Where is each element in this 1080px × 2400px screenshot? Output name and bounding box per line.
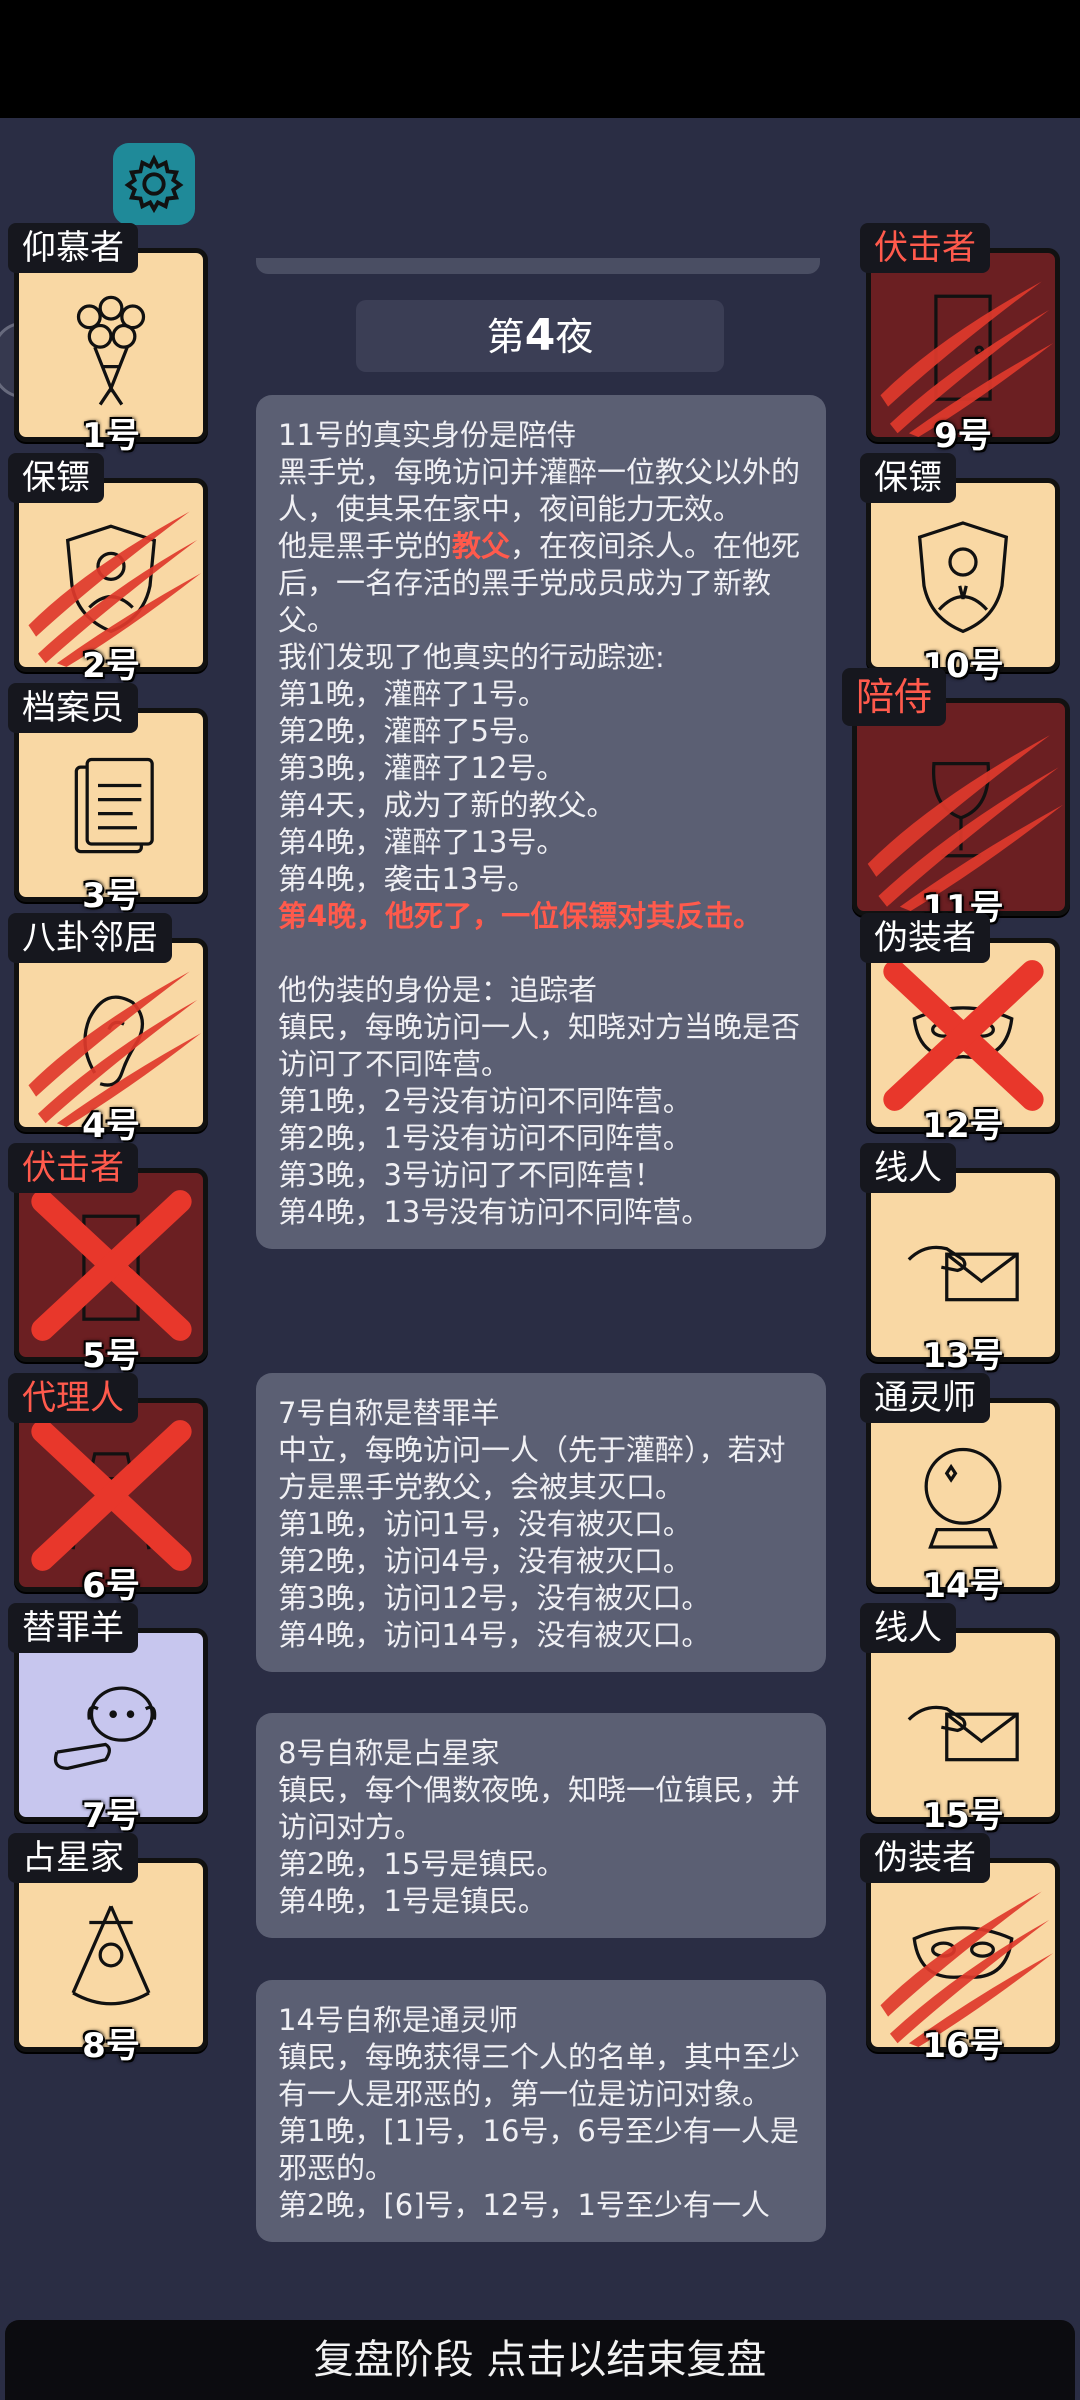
right-player-number-1: 9号 (934, 416, 992, 456)
log-entry-8: 8号自称是占星家 镇民，每个偶数夜晚，知晓一位镇民，并访问对方。 第2晚，15号… (256, 1713, 826, 1938)
status-bar (0, 0, 1080, 118)
right-player-number-5: 13号 (922, 1336, 1004, 1376)
right-role-label-2: 保镖 (860, 453, 956, 503)
left-player-number-2: 2号 (82, 646, 140, 686)
left-player-number-6: 6号 (82, 1566, 140, 1606)
log-entry-14: 14号自称是通灵师 镇民，每晚获得三个人的名单，其中至少有一人是邪恶的，第一位是… (256, 1980, 826, 2242)
gear-icon (124, 154, 184, 214)
settings-button[interactable] (113, 143, 195, 225)
right-player-number-7: 15号 (922, 1796, 1004, 1836)
left-player-number-5: 5号 (82, 1336, 140, 1376)
left-role-label-1: 仰慕者 (8, 223, 138, 273)
left-role-label-6: 代理人 (8, 1373, 138, 1423)
left-role-label-8: 占星家 (8, 1833, 138, 1883)
right-role-label-1: 伏击者 (860, 223, 990, 273)
left-role-label-4: 八卦邻居 (8, 913, 172, 963)
right-role-label-3: 陪侍 (842, 668, 947, 726)
left-role-label-5: 伏击者 (8, 1143, 138, 1193)
log-entry-11: 11号的真实身份是陪侍 黑手党，每晚访问并灌醉一位教父以外的人，使其呆在家中，夜… (256, 395, 826, 1249)
left-role-label-2: 保镖 (8, 453, 104, 503)
right-role-label-5: 线人 (860, 1143, 956, 1193)
left-player-number-8: 8号 (82, 2026, 140, 2066)
right-role-label-6: 通灵师 (860, 1373, 990, 1423)
log-header-strip (256, 258, 820, 274)
log-entry-7: 7号自称是替罪羊 中立，每晚访问一人（先于灌醉），若对方是黑手党教父，会被其灭口… (256, 1373, 826, 1672)
right-role-label-4: 伪装者 (860, 913, 990, 963)
right-player-number-6: 14号 (922, 1566, 1004, 1606)
left-player-number-1: 1号 (82, 416, 140, 456)
right-role-label-8: 伪装者 (860, 1833, 990, 1883)
left-player-number-7: 7号 (82, 1796, 140, 1836)
right-player-number-8: 16号 (922, 2026, 1004, 2066)
left-player-number-3: 3号 (82, 876, 140, 916)
night-indicator: 第4夜 (356, 300, 724, 372)
right-role-label-7: 线人 (860, 1603, 956, 1653)
right-player-number-4: 12号 (922, 1106, 1004, 1146)
left-player-number-4: 4号 (82, 1106, 140, 1146)
left-role-label-7: 替罪羊 (8, 1603, 138, 1653)
log-scroll-clip: 14号自称是通灵师 镇民，每晚获得三个人的名单，其中至少有一人是邪恶的，第一位是… (256, 1980, 826, 2265)
end-review-button[interactable]: 复盘阶段 点击以结束复盘 (5, 2320, 1075, 2400)
left-role-label-3: 档案员 (8, 683, 138, 733)
